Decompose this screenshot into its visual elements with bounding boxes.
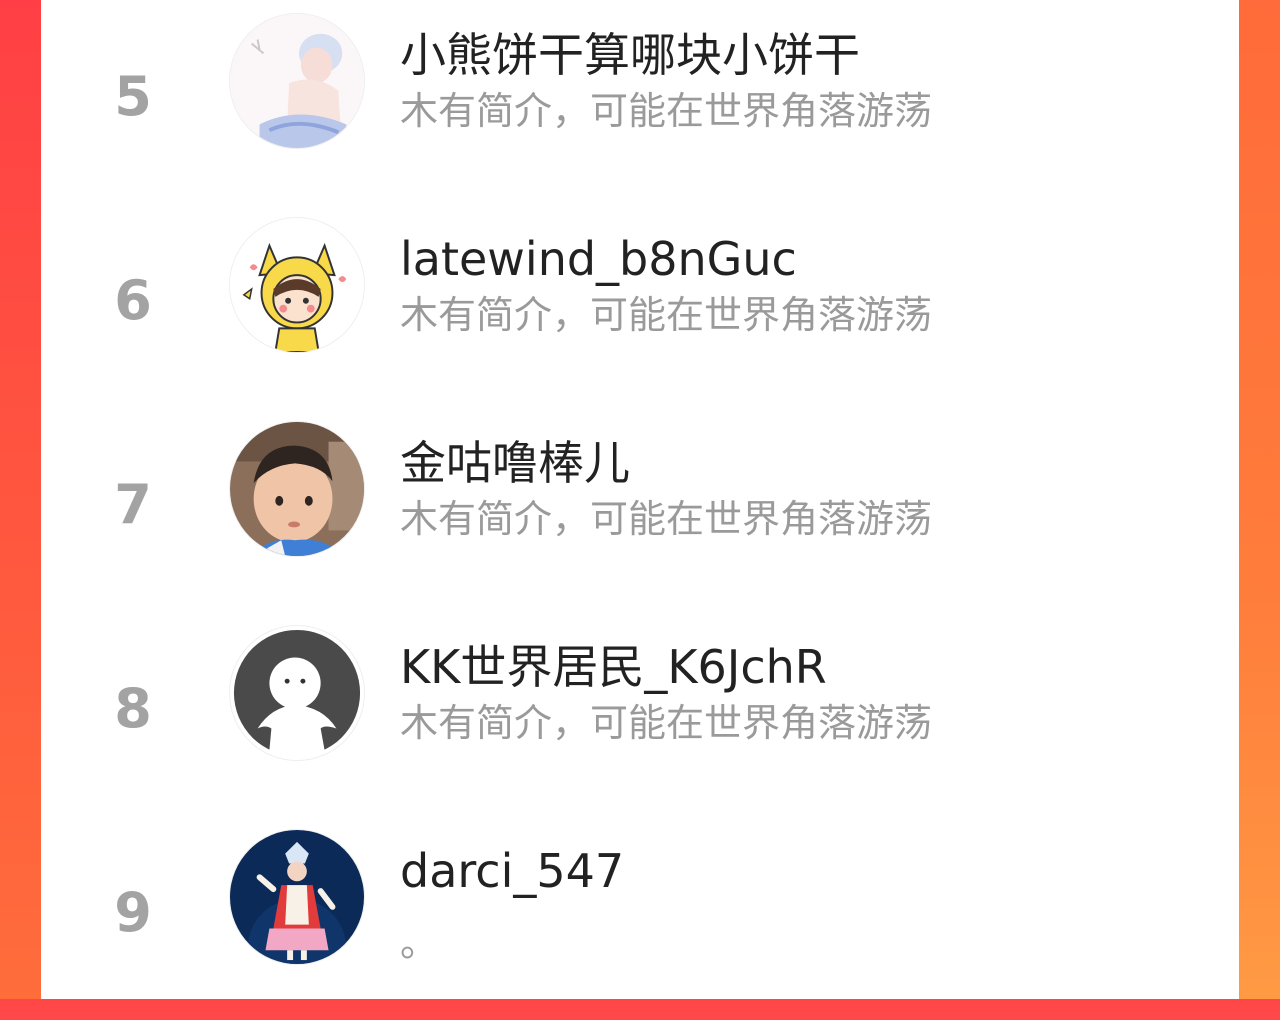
- rank-number: 9: [114, 881, 152, 944]
- user-name[interactable]: 小熊饼干算哪块小饼干: [400, 32, 860, 78]
- list-item[interactable]: 5 小熊饼干算哪块小饼干 木有简介，可能在世界角落游荡: [41, 0, 1239, 204]
- user-bio: 木有简介，可能在世界角落游荡: [400, 89, 933, 133]
- ranking-list: 5 小熊饼干算哪块小饼干 木有简介，可能在世界角落游荡 6 latewind_b…: [41, 0, 1239, 999]
- rank-number: 6: [114, 269, 152, 332]
- rank-number: 5: [114, 65, 152, 128]
- anime-boy-avatar-image: [230, 14, 364, 148]
- user-name[interactable]: darci_547: [400, 848, 624, 894]
- pikachu-hood-girl-avatar-image: [230, 218, 364, 352]
- anime-boy-avatar[interactable]: [229, 13, 365, 149]
- user-name[interactable]: 金咕噜棒儿: [400, 440, 630, 486]
- user-bio: 木有简介，可能在世界角落游荡: [400, 701, 933, 745]
- list-item[interactable]: 9 darci_547 。: [41, 816, 1239, 1020]
- user-bio: 。: [400, 921, 439, 965]
- opera-performer-avatar-image: [230, 830, 364, 964]
- default-ghost-avatar[interactable]: [229, 625, 365, 761]
- user-bio: 木有简介，可能在世界角落游荡: [400, 497, 933, 541]
- toddler-photo-avatar-image: [230, 422, 364, 556]
- list-item[interactable]: 7 金咕噜棒儿 木有简介，可能在世界角落游荡: [41, 408, 1239, 612]
- opera-performer-avatar[interactable]: [229, 829, 365, 965]
- list-item[interactable]: 8 KK世界居民_K6JchR 木有简介，可能在世界角落游荡: [41, 612, 1239, 816]
- user-name[interactable]: latewind_b8nGuc: [400, 236, 797, 282]
- user-name[interactable]: KK世界居民_K6JchR: [400, 644, 827, 690]
- rank-number: 7: [114, 473, 152, 536]
- toddler-photo-avatar[interactable]: [229, 421, 365, 557]
- right-gradient-border: [1239, 0, 1280, 999]
- pikachu-hood-girl-avatar[interactable]: [229, 217, 365, 353]
- default-ghost-avatar-image: [230, 626, 364, 760]
- rank-number: 8: [114, 677, 152, 740]
- list-item[interactable]: 6 latewind_b8nGuc 木有简介，可能在世界角落游荡: [41, 204, 1239, 408]
- left-gradient-border: [0, 0, 41, 999]
- user-bio: 木有简介，可能在世界角落游荡: [400, 293, 933, 337]
